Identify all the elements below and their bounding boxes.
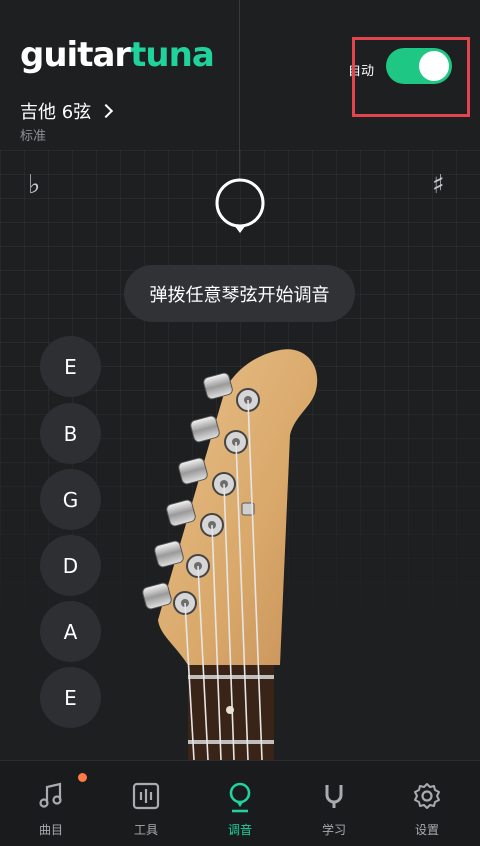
logo-tuna-text: tuna [130, 35, 215, 75]
nav-label-tools: 工具 [133, 823, 158, 837]
tuner-needle-icon [215, 178, 265, 233]
bottom-nav: 曲目 工具 调音 学习 设置 [0, 760, 480, 846]
string-button-a[interactable]: A [40, 601, 101, 662]
music-note-icon [39, 782, 62, 808]
string-button-g[interactable]: G [40, 469, 101, 530]
nav-label-songs: 曲目 [38, 823, 63, 837]
nav-item-settings[interactable]: 设置 [379, 761, 475, 846]
instrument-selector[interactable]: 吉他 6弦 [20, 98, 114, 124]
nav-label-learn: 学习 [321, 823, 346, 837]
tuning-label: 标准 [20, 129, 47, 144]
nav-item-songs[interactable]: 曲目 [3, 761, 99, 846]
gear-icon [414, 783, 440, 809]
highlight-box [352, 37, 470, 117]
nav-item-learn[interactable]: 学习 [286, 761, 382, 846]
nav-label-tuner: 调音 [227, 823, 252, 837]
logo-guitar-text: guitar [20, 35, 131, 75]
string-button-b[interactable]: B [40, 403, 101, 464]
string-button-e-high[interactable]: E [40, 336, 101, 397]
app-logo: guitartuna [20, 35, 215, 75]
string-button-e-low[interactable]: E [40, 667, 101, 728]
tuning-center-line [239, 0, 240, 180]
flat-icon: ♭ [28, 170, 41, 200]
tuner-pick-icon [229, 782, 251, 813]
tuner-screen: guitartuna 吉他 6弦 标准 自动 ♭ ♯ 弹拨任意琴弦开始调音 E … [0, 0, 480, 846]
string-button-d[interactable]: D [40, 535, 101, 596]
instrument-label: 吉他 6弦 [20, 102, 92, 123]
nav-item-tuner[interactable]: 调音 [192, 761, 288, 846]
sharp-icon: ♯ [432, 170, 445, 200]
nav-label-settings: 设置 [414, 823, 439, 837]
notification-badge [78, 773, 87, 782]
pluck-hint: 弹拨任意琴弦开始调音 [124, 265, 355, 322]
tools-icon [132, 782, 160, 810]
learn-magnet-icon [325, 785, 343, 808]
chevron-right-icon [99, 103, 114, 119]
guitar-headstock [142, 349, 318, 760]
nav-item-tools[interactable]: 工具 [98, 761, 194, 846]
